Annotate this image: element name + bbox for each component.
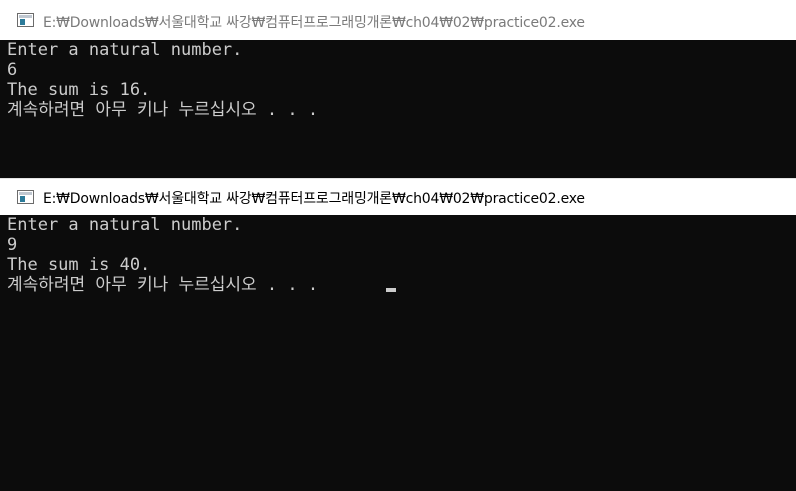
window-title: E:₩Downloads₩서울대학교 싸강₩컴퓨터프로그래밍개론₩ch04₩02… [43,15,585,31]
console-line: The sum is 16. [7,80,151,100]
console-output[interactable]: Enter a natural number. 6 The sum is 16.… [0,40,796,178]
window-title: E:₩Downloads₩서울대학교 싸강₩컴퓨터프로그래밍개론₩ch04₩02… [43,191,585,207]
console-line: 계속하려면 아무 키나 누르십시오 . . . [7,275,319,295]
text-cursor-icon [386,288,396,292]
console-window-1[interactable]: E:₩Downloads₩서울대학교 싸강₩컴퓨터프로그래밍개론₩ch04₩02… [0,0,796,178]
console-line: The sum is 40. [7,255,151,275]
console-window-icon[interactable] [17,13,34,27]
console-line: 계속하려면 아무 키나 누르십시오 . . . [7,100,319,120]
title-bar[interactable]: E:₩Downloads₩서울대학교 싸강₩컴퓨터프로그래밍개론₩ch04₩02… [0,0,796,40]
console-window-icon[interactable] [17,190,34,204]
console-window-2[interactable]: E:₩Downloads₩서울대학교 싸강₩컴퓨터프로그래밍개론₩ch04₩02… [0,178,796,491]
console-line: 9 [7,235,18,255]
console-line: Enter a natural number. [7,215,243,235]
console-line: 6 [7,60,18,80]
console-line: Enter a natural number. [7,40,243,60]
console-output[interactable]: Enter a natural number. 9 The sum is 40.… [0,215,796,491]
title-bar[interactable]: E:₩Downloads₩서울대학교 싸강₩컴퓨터프로그래밍개론₩ch04₩02… [0,178,796,215]
